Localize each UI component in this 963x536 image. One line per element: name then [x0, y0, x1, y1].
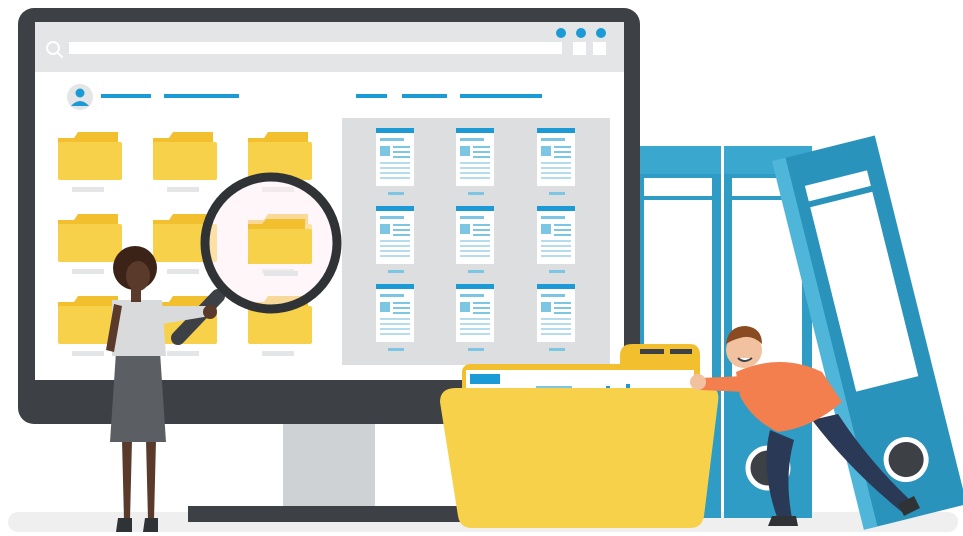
folder-label — [72, 187, 104, 192]
document-thumbnail[interactable] — [537, 284, 575, 351]
browser-toolbar — [35, 22, 624, 72]
document-label — [468, 348, 484, 351]
folder-label — [72, 351, 104, 356]
folder-label — [167, 351, 199, 356]
large-folder — [440, 344, 719, 528]
window-control-dots[interactable] — [556, 28, 606, 38]
nav-link-1[interactable] — [101, 94, 151, 98]
address-bar[interactable] — [69, 42, 562, 54]
folder-label — [167, 269, 199, 274]
folder-label — [262, 351, 294, 356]
monitor-stand-base — [188, 506, 470, 522]
nav-link-2[interactable] — [164, 94, 239, 98]
document-thumbnail[interactable] — [376, 128, 414, 195]
document-label — [388, 192, 404, 195]
document-label — [468, 270, 484, 273]
document-label — [549, 348, 565, 351]
document-label — [388, 348, 404, 351]
document-thumbnail[interactable] — [456, 284, 494, 351]
monitor-stand-neck — [283, 420, 375, 510]
document-thumbnail[interactable] — [456, 128, 494, 195]
document-thumbnail[interactable] — [376, 284, 414, 351]
document-thumbnail[interactable] — [456, 206, 494, 273]
document-label — [549, 192, 565, 195]
nav-link-4[interactable] — [402, 94, 447, 98]
nav-link-5[interactable] — [460, 94, 542, 98]
toolbar-button-1[interactable] — [573, 42, 586, 55]
document-thumbnail[interactable] — [537, 128, 575, 195]
document-label — [468, 192, 484, 195]
document-label — [549, 270, 565, 273]
toolbar-button-2[interactable] — [593, 42, 606, 55]
document-thumbnail[interactable] — [376, 206, 414, 273]
user-avatar-icon[interactable] — [67, 84, 93, 110]
nav-link-3[interactable] — [356, 94, 387, 98]
document-grid — [376, 128, 575, 351]
file-management-illustration — [8, 8, 963, 532]
document-label — [388, 270, 404, 273]
folder-label — [167, 187, 199, 192]
document-thumbnail[interactable] — [537, 206, 575, 273]
folder-label — [72, 269, 104, 274]
